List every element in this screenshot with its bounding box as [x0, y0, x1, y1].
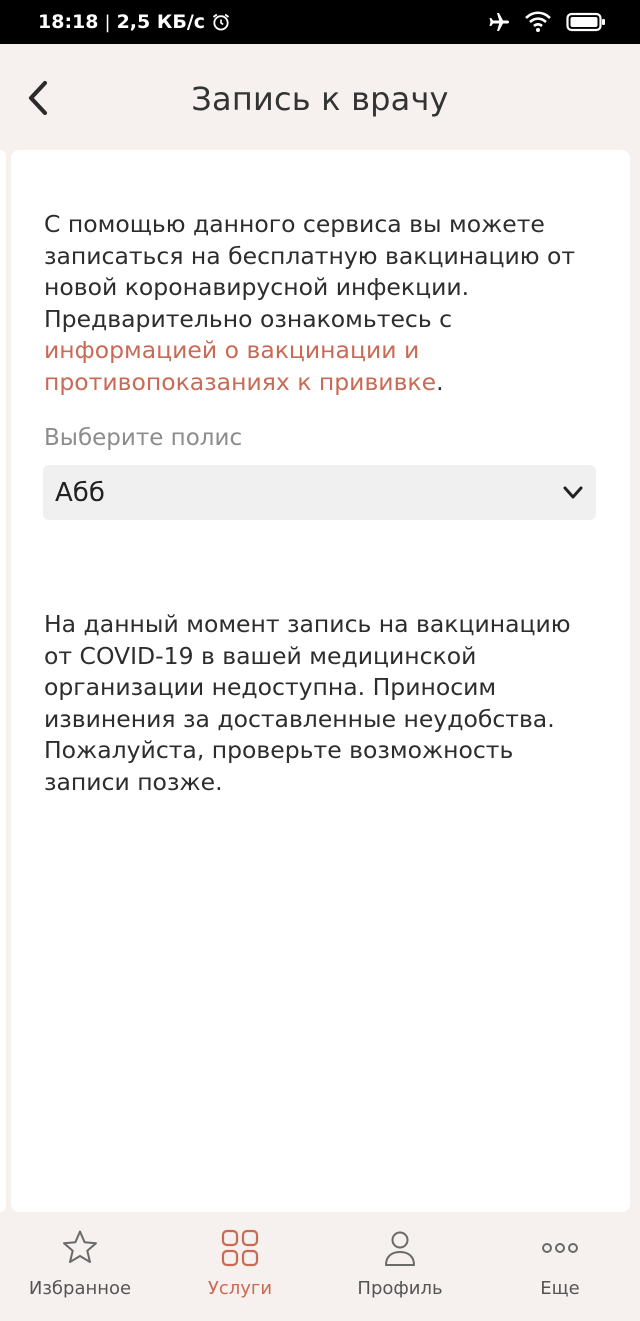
- policy-label: Выберите полис: [44, 425, 243, 451]
- header: Запись к врачу: [0, 44, 640, 150]
- star-icon: [60, 1228, 100, 1268]
- policy-selected-value: Абб: [55, 477, 105, 508]
- network-speed: 2,5 КБ/с: [116, 11, 206, 33]
- alarm-icon: [213, 13, 230, 31]
- intro-text: С помощью данного сервиса вы можете запи…: [44, 209, 600, 398]
- previous-card-edge: [0, 150, 6, 1212]
- status-time: 18:18: [38, 11, 99, 33]
- nav-label-favorites: Избранное: [28, 1278, 132, 1299]
- intro-text-end: .: [436, 367, 444, 396]
- bottom-nav: Избранное Услуги Профиль Еще: [0, 1212, 640, 1321]
- content-card: С помощью данного сервиса вы можете запи…: [11, 150, 630, 1212]
- nav-label-profile: Профиль: [357, 1278, 443, 1299]
- intro-text-body: С помощью данного сервиса вы можете запи…: [44, 210, 576, 333]
- person-icon: [380, 1228, 420, 1268]
- nav-label-services: Услуги: [207, 1278, 273, 1299]
- status-right: [486, 10, 606, 34]
- more-icon: [540, 1228, 580, 1268]
- nav-label-more: Еще: [540, 1278, 580, 1299]
- page-title: Запись к врачу: [191, 80, 449, 118]
- nav-item-services[interactable]: Услуги: [160, 1212, 320, 1321]
- battery-icon: [566, 12, 605, 32]
- wifi-icon: [525, 11, 551, 32]
- vaccination-info-link[interactable]: информацией о вакцинации и противопоказа…: [44, 336, 436, 396]
- nav-item-more[interactable]: Еще: [480, 1212, 640, 1321]
- nav-item-profile[interactable]: Профиль: [320, 1212, 480, 1321]
- nav-item-favorites[interactable]: Избранное: [0, 1212, 160, 1321]
- chevron-down-icon: [563, 486, 583, 498]
- availability-notice: На данный момент запись на вакцинацию от…: [44, 610, 571, 796]
- status-separator: |: [104, 11, 111, 33]
- grid-icon: [220, 1228, 260, 1268]
- status-left: 18:18 | 2,5 КБ/с: [38, 11, 231, 33]
- airplane-icon: [489, 13, 509, 31]
- status-bar: 18:18 | 2,5 КБ/с: [0, 0, 640, 44]
- policy-select[interactable]: Абб: [43, 465, 596, 520]
